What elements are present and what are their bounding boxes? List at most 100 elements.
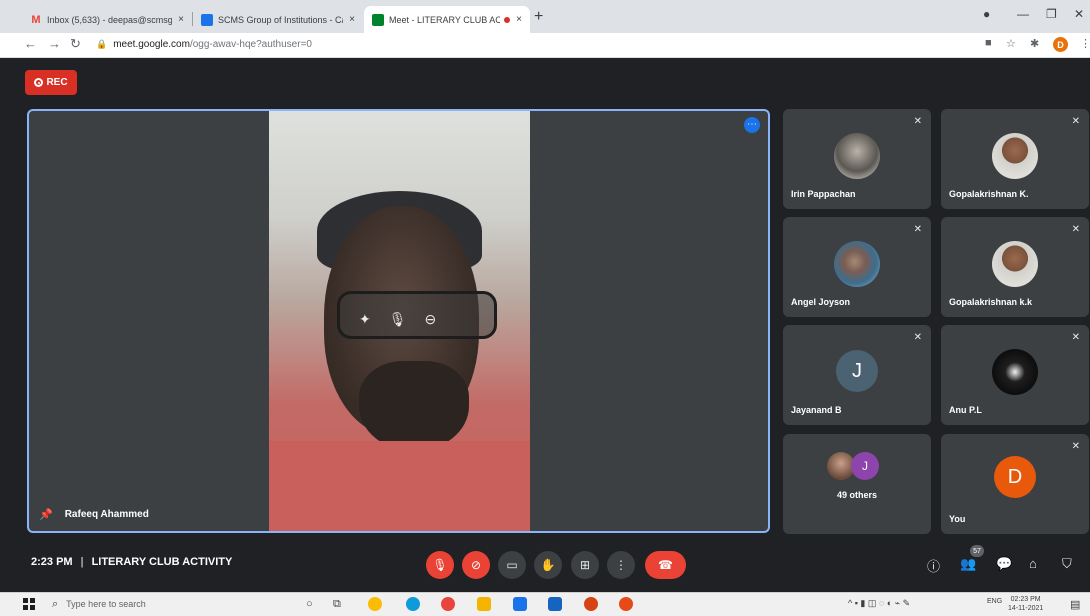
avatar [992, 349, 1038, 395]
task-view-icon[interactable]: ⧉ [333, 598, 341, 611]
self-tile[interactable]: ✕ D You [941, 434, 1089, 534]
activities-icon[interactable]: ⌂ [1029, 556, 1037, 571]
tab-gmail[interactable]: M Inbox (5,633) - deepas@scmsgr... × [22, 6, 192, 33]
participant-tile[interactable]: ✕ Irin Pappachan [783, 109, 931, 209]
extensions-icon[interactable]: ✱ [1030, 37, 1039, 50]
search-icon: ⌕ [52, 597, 59, 610]
chat-icon[interactable]: 💬 [996, 556, 1012, 572]
avatar: J [851, 452, 879, 480]
participant-tile[interactable]: ✕ J Jayanand B [783, 325, 931, 425]
mic-off-icon: ✕ [1071, 332, 1080, 343]
chrome-icon[interactable] [368, 597, 382, 611]
recording-dot-icon [504, 16, 511, 23]
tab-meet[interactable]: Meet - LITERARY CLUB ACTI... × [364, 6, 530, 33]
meeting-info: 2:23 PM | LITERARY CLUB ACTIVITY [31, 556, 232, 568]
mic-off-icon: ✕ [913, 332, 922, 343]
close-icon[interactable]: × [516, 14, 522, 25]
more-options-icon[interactable]: ⋯ [744, 117, 760, 133]
people-icon[interactable]: 👥 [960, 556, 976, 572]
close-window-icon[interactable]: ✕ [1074, 7, 1084, 21]
search-placeholder: Type here to search [66, 599, 146, 609]
system-tray-icons[interactable]: ^ ▪ ▮ ◫ ◌ ◐ ⌁ ✎ [848, 598, 910, 609]
present-screen-icon: ⊞ [579, 558, 591, 572]
pin-icon[interactable]: ✦ [359, 311, 371, 328]
taskbar-clock[interactable]: 02:23 PM 14-11-2021 [1008, 595, 1043, 613]
meeting-controls-bar: 2:23 PM | LITERARY CLUB ACTIVITY 🎙 ⊘ ▭ ✋… [0, 545, 1090, 585]
others-tile[interactable]: J 49 others [783, 434, 931, 534]
browser-app-icon[interactable] [441, 597, 455, 611]
browser-menu-icon[interactable]: ⋮ [1080, 37, 1090, 50]
more-vert-icon: ⋮ [615, 558, 627, 572]
more-options-button[interactable]: ⋮ [607, 551, 635, 579]
app-l-icon[interactable] [548, 597, 562, 611]
participant-name: Gopalakrishnan k.k [949, 297, 1033, 307]
main-speaker-tile[interactable]: ✦ 🎙 ⊖ ⋯ 📌 Rafeeq Ahammed [27, 109, 770, 533]
main-speaker-name: 📌 Rafeeq Ahammed [39, 508, 149, 521]
phone-hangup-icon: ☎ [658, 558, 673, 572]
app-icon[interactable] [584, 597, 598, 611]
mic-off-icon: 🎙 [432, 558, 448, 572]
participant-tile[interactable]: ✕ Gopalakrishnan K. [941, 109, 1089, 209]
language-indicator[interactable]: ENG [987, 598, 1002, 605]
notification-icon[interactable]: ▤ [1070, 598, 1080, 611]
url-path: /ogg-awav-hqe?authuser=0 [189, 39, 312, 50]
minimize-icon[interactable]: — [1017, 7, 1029, 21]
taskbar-search[interactable]: ⌕ Type here to search [52, 595, 146, 613]
participant-tile[interactable]: ✕ Anu P.L [941, 325, 1089, 425]
restore-icon[interactable]: ❐ [1046, 7, 1057, 21]
new-tab-button[interactable]: + [534, 8, 543, 26]
gmail-icon: M [31, 13, 41, 26]
meeting-title: LITERARY CLUB ACTIVITY [91, 556, 233, 568]
speaker-name-label: Rafeeq Ahammed [64, 509, 149, 520]
back-icon[interactable]: ← [24, 36, 37, 51]
participant-name: Irin Pappachan [791, 189, 856, 199]
tab-title: Inbox (5,633) - deepas@scmsgr... [47, 14, 173, 25]
address-bar: ← → ↻ 🔒 meet.google.com /ogg-awav-hqe?au… [0, 33, 1090, 58]
participant-name: Angel Joyson [791, 297, 851, 307]
participant-tile[interactable]: ✕ Angel Joyson [783, 217, 931, 317]
camera-toggle-button[interactable]: ⊘ [462, 551, 490, 579]
mic-off-icon: ✕ [1071, 224, 1080, 235]
close-icon[interactable]: × [349, 14, 355, 25]
captions-button[interactable]: ▭ [498, 551, 526, 579]
host-controls-icon[interactable]: ⛉ [1062, 556, 1072, 572]
forward-icon[interactable]: → [48, 36, 61, 51]
info-icon[interactable]: ⓘ [927, 556, 940, 575]
mic-icon[interactable]: 🎙 [389, 311, 407, 328]
avatar [992, 133, 1038, 179]
tab-calendar[interactable]: SCMS Group of Institutions - Cal... × [193, 6, 363, 33]
mic-toggle-button[interactable]: 🎙 [426, 551, 454, 579]
raise-hand-button[interactable]: ✋ [534, 551, 562, 579]
camera-extension-icon[interactable]: ■ [985, 37, 992, 49]
present-button[interactable]: ⊞ [571, 551, 599, 579]
avatar: D [994, 456, 1036, 498]
browser-tab-strip: M Inbox (5,633) - deepas@scmsgr... × SCM… [0, 0, 1090, 33]
others-count-label: 49 others [836, 490, 878, 500]
windows-start-icon[interactable] [23, 598, 35, 610]
lock-icon: 🔒 [96, 39, 108, 49]
calendar-icon [201, 13, 213, 26]
close-icon[interactable]: × [178, 14, 184, 25]
bookmark-star-icon[interactable]: ☆ [1006, 37, 1016, 50]
chrome-icon[interactable] [619, 597, 633, 611]
mail-app-icon[interactable] [513, 597, 527, 611]
participant-count-badge: 57 [970, 545, 984, 557]
video-beard [359, 361, 469, 451]
participant-tile[interactable]: ✕ Gopalakrishnan k.k [941, 217, 1089, 317]
meet-icon [372, 13, 384, 26]
file-explorer-icon[interactable] [477, 597, 491, 611]
clock-date: 14-11-2021 [1008, 605, 1044, 612]
captions-icon: ▭ [506, 558, 518, 572]
speaker-video: ✦ 🎙 ⊖ [269, 111, 530, 531]
mic-off-icon: ✕ [1071, 441, 1080, 452]
reload-icon[interactable]: ↻ [70, 36, 81, 52]
cortana-icon[interactable]: ○ [306, 598, 313, 610]
remove-icon[interactable]: ⊖ [425, 311, 437, 328]
url-field[interactable]: 🔒 meet.google.com /ogg-awav-hqe?authuser… [96, 35, 312, 54]
participant-name: Jayanand B [791, 405, 842, 415]
mic-off-icon: ✕ [1071, 116, 1080, 127]
profile-avatar[interactable]: D [1053, 37, 1068, 52]
edge-icon[interactable] [406, 597, 420, 611]
leave-call-button[interactable]: ☎ [645, 551, 686, 579]
account-circle-icon[interactable]: ● [983, 7, 990, 21]
